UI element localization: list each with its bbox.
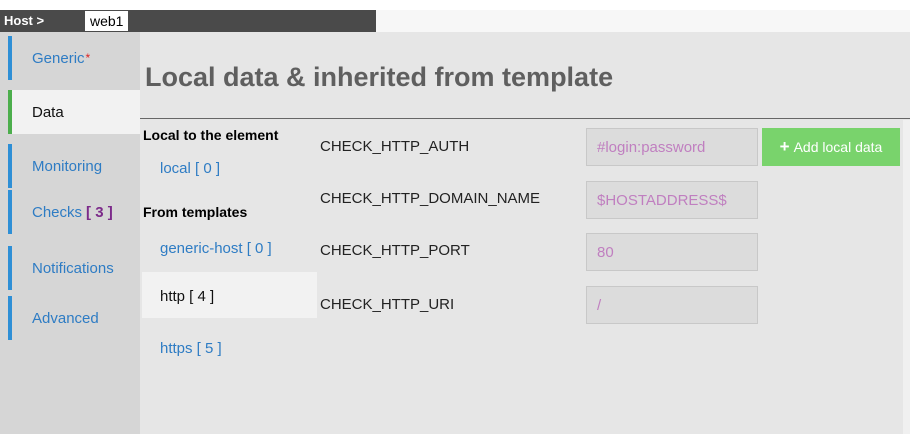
- sidebar-item-generic[interactable]: Generic *: [8, 36, 140, 80]
- sidebar-item-label: Checks: [32, 203, 83, 221]
- sidebar-item-advanced[interactable]: Advanced: [8, 296, 140, 340]
- breadcrumb-host-label: Host >: [4, 13, 45, 28]
- sidebar-item-label: Data: [32, 103, 64, 121]
- scroll-edge: [903, 120, 910, 434]
- template-https[interactable]: https [ 5 ]: [160, 340, 222, 357]
- breadcrumb: Host > web1: [0, 10, 376, 32]
- templates-section-heading: From templates: [143, 204, 248, 220]
- plus-icon: +: [779, 137, 790, 156]
- variable-value-field[interactable]: [586, 286, 758, 324]
- sidebar: Generic * Data Monitoring Checks[ 3 ] Not…: [0, 32, 140, 434]
- sidebar-item-label: Generic: [32, 49, 85, 67]
- local-section-heading: Local to the element: [143, 127, 279, 143]
- variable-value-field[interactable]: [586, 181, 758, 219]
- breadcrumb-host-name[interactable]: web1: [85, 11, 129, 31]
- page-title: Local data & inherited from template: [145, 62, 614, 92]
- topbar-background: [376, 10, 910, 32]
- sidebar-item-notifications[interactable]: Notifications: [8, 246, 140, 290]
- template-http[interactable]: http [ 4 ]: [160, 288, 214, 305]
- variable-name: CHECK_HTTP_URI: [320, 296, 455, 313]
- sidebar-item-monitoring[interactable]: Monitoring: [8, 144, 140, 188]
- sidebar-item-label: Notifications: [32, 259, 114, 277]
- sidebar-item-data[interactable]: Data: [8, 90, 140, 134]
- variable-name: CHECK_HTTP_DOMAIN_NAME: [320, 190, 541, 207]
- sidebar-item-checks[interactable]: Checks[ 3 ]: [8, 190, 140, 234]
- local-data-link[interactable]: local [ 0 ]: [160, 160, 220, 177]
- add-local-data-label: Add local data: [793, 139, 883, 155]
- variable-value-field[interactable]: [586, 128, 758, 166]
- variable-name: CHECK_HTTP_PORT: [320, 242, 470, 259]
- required-marker: *: [85, 51, 91, 65]
- template-generic-host[interactable]: generic-host [ 0 ]: [160, 240, 272, 257]
- title-divider: [140, 118, 910, 119]
- sidebar-item-label: Advanced: [32, 309, 99, 327]
- variable-value-field[interactable]: [586, 233, 758, 271]
- checks-count-badge: [ 3 ]: [86, 203, 113, 221]
- variable-name: CHECK_HTTP_AUTH: [320, 138, 470, 155]
- add-local-data-button[interactable]: + Add local data: [762, 128, 900, 166]
- sidebar-item-label: Monitoring: [32, 157, 103, 175]
